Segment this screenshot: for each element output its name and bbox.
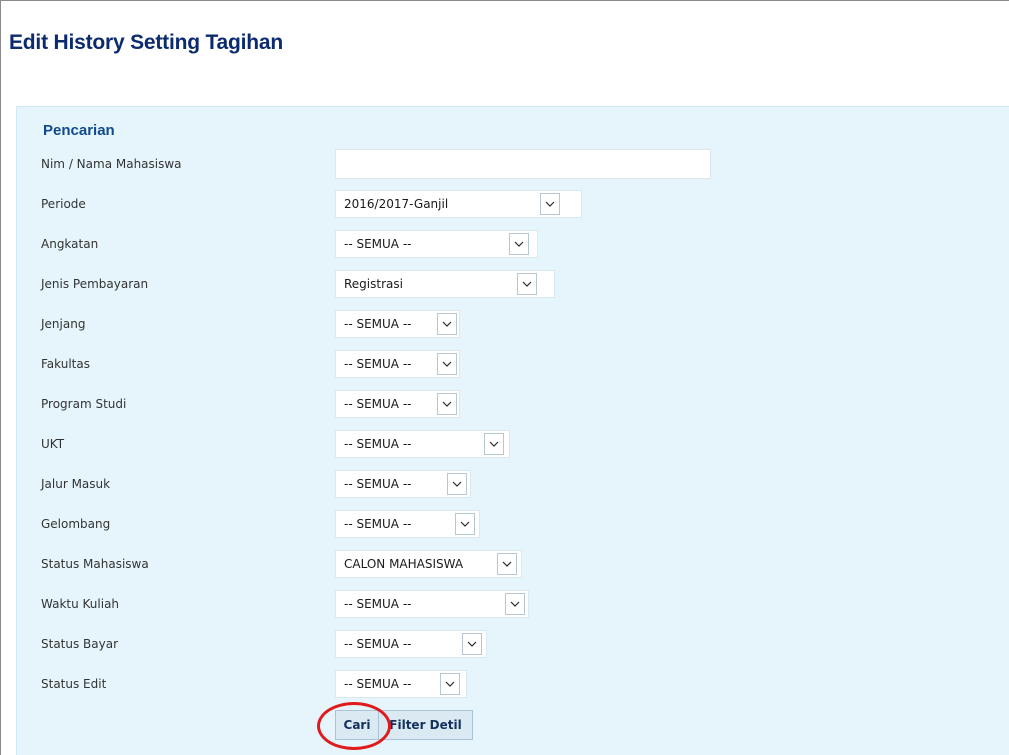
chevron-down-icon[interactable] xyxy=(509,233,529,255)
row-angkatan: Angkatan -- SEMUA -- xyxy=(17,230,1009,266)
waktu-kuliah-label: Waktu Kuliah xyxy=(41,597,120,611)
status-bayar-label: Status Bayar xyxy=(41,637,119,651)
status-mahasiswa-label: Status Mahasiswa xyxy=(41,557,149,571)
nim-nama-label: Nim / Nama Mahasiswa xyxy=(41,157,182,171)
status-edit-label: Status Edit xyxy=(41,677,107,691)
row-ukt: UKT -- SEMUA -- xyxy=(17,430,1009,466)
jenis-pembayaran-label: Jenis Pembayaran xyxy=(41,277,149,291)
program-studi-select[interactable]: -- SEMUA -- xyxy=(335,390,460,418)
periode-value: 2016/2017-Ganjil xyxy=(344,197,449,211)
cari-button[interactable]: Cari xyxy=(335,710,379,740)
row-program-studi: Program Studi -- SEMUA -- xyxy=(17,390,1009,426)
jenjang-value: -- SEMUA -- xyxy=(344,317,412,331)
ukt-label: UKT xyxy=(41,437,65,451)
chevron-down-icon[interactable] xyxy=(447,473,467,495)
jenis-pembayaran-select[interactable]: Registrasi xyxy=(335,270,555,298)
fakultas-select[interactable]: -- SEMUA -- xyxy=(335,350,460,378)
row-status-edit: Status Edit -- SEMUA -- xyxy=(17,670,1009,706)
status-mahasiswa-value: CALON MAHASISWA xyxy=(344,557,464,571)
status-bayar-value: -- SEMUA -- xyxy=(344,637,412,651)
periode-label: Periode xyxy=(41,197,86,211)
row-gelombang: Gelombang -- SEMUA -- xyxy=(17,510,1009,546)
status-edit-value: -- SEMUA -- xyxy=(344,677,412,691)
gelombang-value: -- SEMUA -- xyxy=(344,517,412,531)
status-edit-select[interactable]: -- SEMUA -- xyxy=(335,670,467,698)
angkatan-value: -- SEMUA -- xyxy=(344,237,412,251)
row-jenis-pembayaran: Jenis Pembayaran Registrasi xyxy=(17,270,1009,306)
jalur-masuk-label: Jalur Masuk xyxy=(41,477,111,491)
chevron-down-icon[interactable] xyxy=(437,353,457,375)
chevron-down-icon[interactable] xyxy=(437,313,457,335)
row-periode: Periode 2016/2017-Ganjil xyxy=(17,190,1009,226)
row-fakultas: Fakultas -- SEMUA -- xyxy=(17,350,1009,386)
row-status-mahasiswa: Status Mahasiswa CALON MAHASISWA xyxy=(17,550,1009,586)
ukt-value: -- SEMUA -- xyxy=(344,437,412,451)
fakultas-label: Fakultas xyxy=(41,357,90,371)
jenjang-label: Jenjang xyxy=(41,317,86,331)
angkatan-label: Angkatan xyxy=(41,237,99,251)
chevron-down-icon[interactable] xyxy=(497,553,517,575)
jenjang-select[interactable]: -- SEMUA -- xyxy=(335,310,460,338)
chevron-down-icon[interactable] xyxy=(505,593,525,615)
row-status-bayar: Status Bayar -- SEMUA -- xyxy=(17,630,1009,666)
angkatan-select[interactable]: -- SEMUA -- xyxy=(335,230,538,258)
chevron-down-icon[interactable] xyxy=(455,513,475,535)
row-jalur-masuk: Jalur Masuk -- SEMUA -- xyxy=(17,470,1009,506)
fakultas-value: -- SEMUA -- xyxy=(344,357,412,371)
jenis-pembayaran-value: Registrasi xyxy=(344,277,403,291)
periode-select[interactable]: 2016/2017-Ganjil xyxy=(335,190,582,218)
page-title: Edit History Setting Tagihan xyxy=(9,31,284,54)
search-panel-title: Pencarian xyxy=(43,122,115,139)
filter-detil-button[interactable]: Filter Detil xyxy=(378,710,473,740)
ukt-select[interactable]: -- SEMUA -- xyxy=(335,430,510,458)
waktu-kuliah-value: -- SEMUA -- xyxy=(344,597,412,611)
search-panel: Pencarian Nim / Nama Mahasiswa Periode 2… xyxy=(16,106,1009,755)
chevron-down-icon[interactable] xyxy=(437,393,457,415)
row-waktu-kuliah: Waktu Kuliah -- SEMUA -- xyxy=(17,590,1009,626)
chevron-down-icon[interactable] xyxy=(462,633,482,655)
nim-nama-input[interactable] xyxy=(335,149,711,179)
status-bayar-select[interactable]: -- SEMUA -- xyxy=(335,630,487,658)
chevron-down-icon[interactable] xyxy=(540,193,560,215)
waktu-kuliah-select[interactable]: -- SEMUA -- xyxy=(335,590,529,618)
chevron-down-icon[interactable] xyxy=(440,673,460,695)
chevron-down-icon[interactable] xyxy=(517,273,537,295)
jalur-masuk-select[interactable]: -- SEMUA -- xyxy=(335,470,471,498)
row-jenjang: Jenjang -- SEMUA -- xyxy=(17,310,1009,346)
gelombang-label: Gelombang xyxy=(41,517,111,531)
gelombang-select[interactable]: -- SEMUA -- xyxy=(335,510,480,538)
jalur-masuk-value: -- SEMUA -- xyxy=(344,477,412,491)
status-mahasiswa-select[interactable]: CALON MAHASISWA xyxy=(335,550,522,578)
chevron-down-icon[interactable] xyxy=(484,433,504,455)
program-studi-label: Program Studi xyxy=(41,397,127,411)
program-studi-value: -- SEMUA -- xyxy=(344,397,412,411)
